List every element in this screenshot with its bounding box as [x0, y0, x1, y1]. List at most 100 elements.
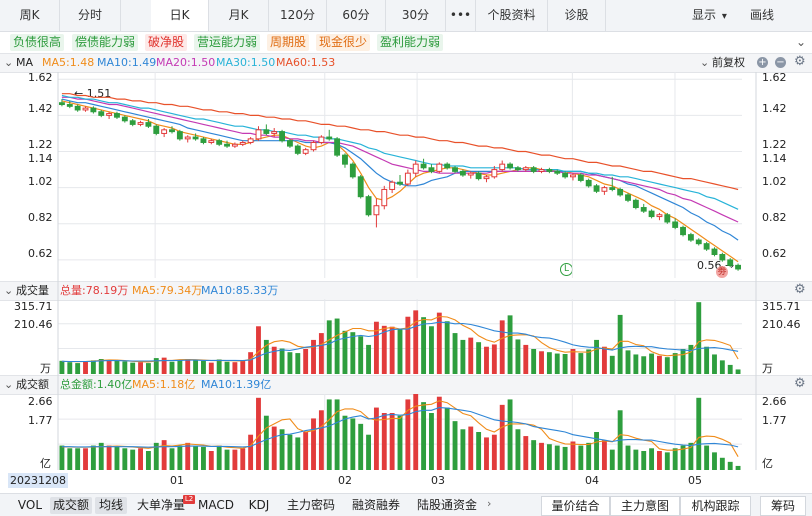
volume-bar	[625, 350, 631, 374]
candle-body	[169, 129, 175, 133]
amount-bar	[342, 415, 348, 470]
volume-bar	[609, 355, 615, 374]
institution-track-button[interactable]: 机构跟踪	[680, 496, 751, 516]
candle-body	[436, 163, 443, 172]
candle-body	[601, 187, 608, 192]
amount-bar	[609, 449, 615, 470]
candle-body	[106, 113, 113, 116]
amount-bar	[263, 415, 269, 470]
candle-body	[114, 113, 120, 118]
volume-bar	[59, 360, 65, 374]
candle-body	[530, 167, 537, 172]
candle-body	[609, 187, 616, 190]
candle-body	[239, 141, 246, 145]
amount-bar	[633, 449, 639, 470]
volume-bar	[201, 360, 206, 374]
volume-bar	[586, 349, 592, 374]
amount-bar	[719, 457, 725, 470]
chevron-right-icon[interactable]: ›	[487, 497, 491, 510]
candle-body	[129, 120, 136, 125]
volume-bar	[169, 361, 175, 374]
volume-bar	[311, 339, 316, 374]
volume-bar	[468, 337, 474, 374]
amount-bar	[696, 397, 702, 470]
candle-body	[444, 163, 451, 169]
amount-bar	[546, 444, 552, 470]
volume-bar	[334, 318, 340, 374]
indicator-margin[interactable]: 融资融券	[348, 497, 404, 514]
main-intent-button[interactable]: 主力意图	[610, 496, 680, 516]
amount-bar	[318, 410, 324, 470]
volume-bar	[326, 320, 332, 374]
amount-bar	[468, 426, 474, 470]
indicator-vol[interactable]: VOL	[12, 497, 48, 514]
volume-bar	[570, 349, 576, 374]
candle-body	[334, 138, 341, 156]
amount-bar	[578, 445, 584, 470]
amount-bar	[523, 436, 529, 470]
candle-body	[224, 143, 230, 147]
amount-bar	[83, 448, 88, 470]
amount-bar	[248, 434, 254, 470]
amount-bar	[429, 413, 434, 470]
indicator-kdj[interactable]: KDJ	[244, 497, 274, 514]
amount-bar	[122, 448, 128, 470]
indicator-big-order[interactable]: 大单净量	[133, 497, 189, 514]
indicator-amount[interactable]: 成交额	[50, 497, 92, 514]
volume-bar	[499, 320, 505, 374]
volume-bar	[83, 361, 88, 374]
amount-bar	[727, 461, 733, 470]
indicator-ma[interactable]: 均线	[95, 497, 127, 514]
amount-bar	[224, 449, 230, 470]
amount-bar	[484, 437, 489, 470]
candle-body	[617, 188, 624, 196]
indicator-macd[interactable]: MACD	[196, 497, 236, 514]
volume-bar	[649, 353, 655, 374]
candle-body	[200, 138, 207, 143]
amount-bar	[169, 448, 175, 470]
volume-bar	[366, 344, 371, 374]
volume-bar	[539, 351, 544, 374]
candle-body	[499, 163, 506, 171]
amount-bar	[381, 413, 387, 470]
amount-bar	[326, 399, 332, 470]
candle-body	[397, 181, 403, 185]
volume-bar	[130, 362, 136, 374]
candle-body	[585, 179, 592, 187]
volume-bar	[594, 339, 599, 374]
amount-bar	[106, 445, 112, 470]
candle-body	[98, 111, 105, 116]
amount-bar	[130, 449, 136, 470]
amount-bar	[397, 415, 403, 470]
volume-bar	[562, 354, 568, 374]
volume-bar	[295, 353, 301, 374]
volume-bar	[389, 326, 395, 374]
indicator-toolbar: VOL 成交额 均线 大单净量 L2 MACD KDJ 主力密码 融资融券 陆股…	[0, 493, 812, 516]
chip-distribution-button[interactable]: 筹码	[760, 496, 806, 516]
amount-bar	[421, 402, 427, 470]
volume-bar	[216, 359, 222, 374]
l2-badge: L2	[183, 495, 195, 504]
stock-chart[interactable]	[0, 0, 812, 515]
candle-body	[640, 207, 647, 212]
indicator-main-force[interactable]: 主力密码	[283, 497, 339, 514]
volume-bar	[507, 315, 513, 374]
amount-bar	[232, 449, 238, 470]
candle-body	[161, 129, 168, 134]
volume-bar	[90, 360, 96, 374]
candle-body	[711, 248, 718, 256]
candle-body	[231, 143, 238, 147]
amount-bar	[185, 442, 191, 470]
amount-bar	[201, 446, 206, 470]
volume-bar	[554, 353, 560, 374]
candle-body	[176, 131, 183, 140]
volume-price-button[interactable]: 量价结合	[541, 496, 610, 516]
indicator-northbound[interactable]: 陆股通资金	[412, 497, 482, 514]
amount-bar	[177, 445, 183, 470]
candle-body	[74, 105, 81, 111]
candle-body	[302, 149, 309, 154]
candle-body	[459, 170, 466, 176]
amount-bar	[287, 434, 293, 470]
volume-bar	[193, 359, 199, 374]
candle-body	[137, 122, 144, 125]
